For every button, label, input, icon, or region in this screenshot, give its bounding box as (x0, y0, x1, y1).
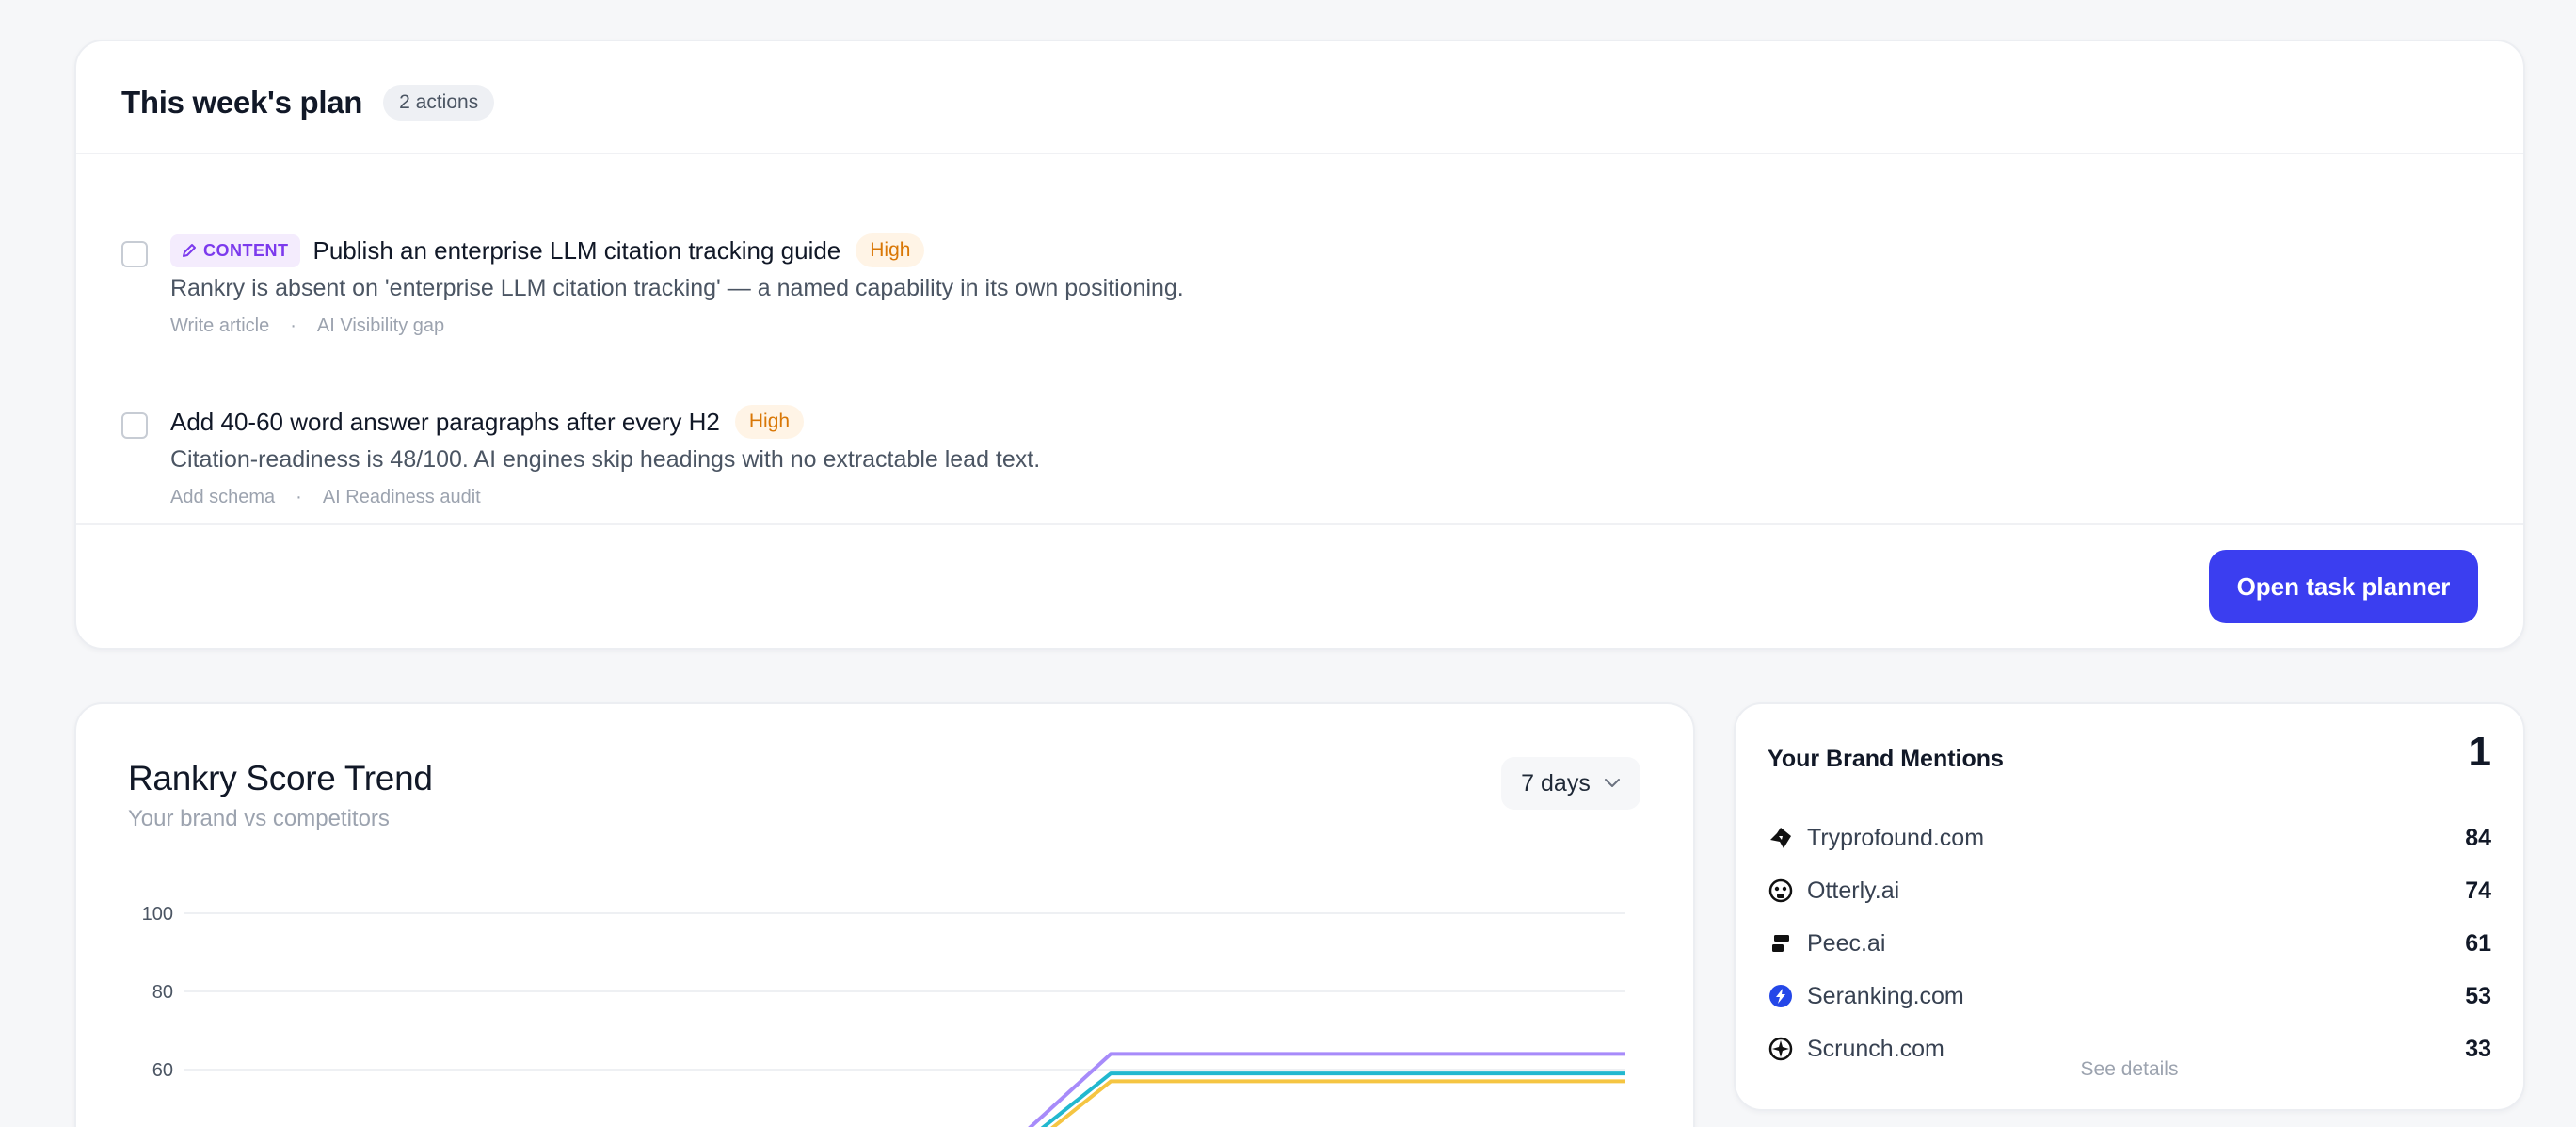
plan-footer-divider (76, 523, 2523, 525)
plan-title: This week's plan (121, 85, 363, 120)
y-tick-label: 80 (152, 982, 173, 1003)
trend-chart: 100 80 60 (142, 904, 1625, 1127)
task-meta: Add schema · AI Readiness audit (170, 487, 2478, 508)
y-tick-label: 100 (142, 904, 173, 925)
content-tag: CONTENT (170, 233, 300, 267)
task-item: Add 40-60 word answer paragraphs after e… (121, 363, 2478, 514)
task-action-link[interactable]: Write article (170, 315, 269, 337)
seranking-logo-icon (1768, 983, 1794, 1009)
brand-row[interactable]: Peec.ai 61 (1768, 925, 2491, 962)
brand-name: Tryprofound.com (1807, 824, 1985, 851)
tryprofound-logo-icon (1768, 825, 1794, 851)
score-trend-card: Rankry Score Trend Your brand vs competi… (74, 702, 1695, 1127)
task-meta: Write article · AI Visibility gap (170, 315, 2478, 337)
task-body: Add 40-60 word answer paragraphs after e… (170, 403, 2478, 508)
plan-header-divider (76, 153, 2523, 154)
mentions-title: Your Brand Mentions (1768, 746, 2004, 772)
task-title[interactable]: Publish an enterprise LLM citation track… (313, 236, 841, 266)
brand-score: 61 (2465, 929, 2491, 957)
actions-count-badge: 2 actions (383, 85, 495, 121)
task-source: AI Visibility gap (316, 315, 445, 336)
task-action-link[interactable]: Add schema (170, 487, 275, 508)
brand-name: Peec.ai (1807, 929, 1886, 957)
brand-name: Seranking.com (1807, 982, 1964, 1009)
brand-row[interactable]: Tryprofound.com 84 (1768, 819, 2491, 857)
task-item: CONTENT Publish an enterprise LLM citati… (121, 192, 2478, 343)
brand-mentions-card: Your Brand Mentions 1 Tryprofound.com 84… (1734, 702, 2525, 1111)
task-title-line: Add 40-60 word answer paragraphs after e… (170, 403, 2478, 441)
open-task-planner-button[interactable]: Open task planner (2209, 550, 2478, 623)
y-tick-label: 60 (152, 1060, 173, 1081)
brand-score: 74 (2465, 877, 2491, 904)
task-title[interactable]: Add 40-60 word answer paragraphs after e… (170, 408, 720, 437)
see-details-link[interactable]: See details (1736, 1058, 2523, 1081)
brand-score: 53 (2465, 982, 2491, 1009)
otterly-logo-icon (1768, 877, 1794, 904)
task-source: AI Readiness audit (322, 487, 481, 507)
task-title-line: CONTENT Publish an enterprise LLM citati… (170, 232, 2478, 269)
brand-row[interactable]: Otterly.ai 74 (1768, 872, 2491, 910)
peec-logo-icon (1768, 930, 1794, 957)
priority-badge: High (856, 233, 925, 267)
task-checkbox[interactable] (121, 412, 148, 439)
task-description: Citation-readiness is 48/100. AI engines… (170, 446, 1041, 473)
meta-separator: · (290, 315, 296, 336)
brand-score: 84 (2465, 824, 2491, 851)
task-description: Rankry is absent on 'enterprise LLM cita… (170, 275, 1184, 301)
mentions-total: 1 (2468, 729, 2491, 775)
weekly-plan-card: This week's plan 2 actions CONTENT Publi… (74, 40, 2525, 650)
brand-row[interactable]: Seranking.com 53 (1768, 977, 2491, 1015)
series-line-3 (1050, 1079, 1625, 1127)
content-tag-label: CONTENT (203, 240, 289, 260)
task-body: CONTENT Publish an enterprise LLM citati… (170, 232, 2478, 337)
priority-badge: High (734, 405, 805, 439)
brand-name: Otterly.ai (1807, 877, 1900, 904)
pencil-icon (183, 244, 196, 257)
meta-separator: · (296, 487, 302, 507)
task-checkbox[interactable] (121, 241, 148, 267)
plan-header: This week's plan 2 actions (121, 79, 495, 126)
